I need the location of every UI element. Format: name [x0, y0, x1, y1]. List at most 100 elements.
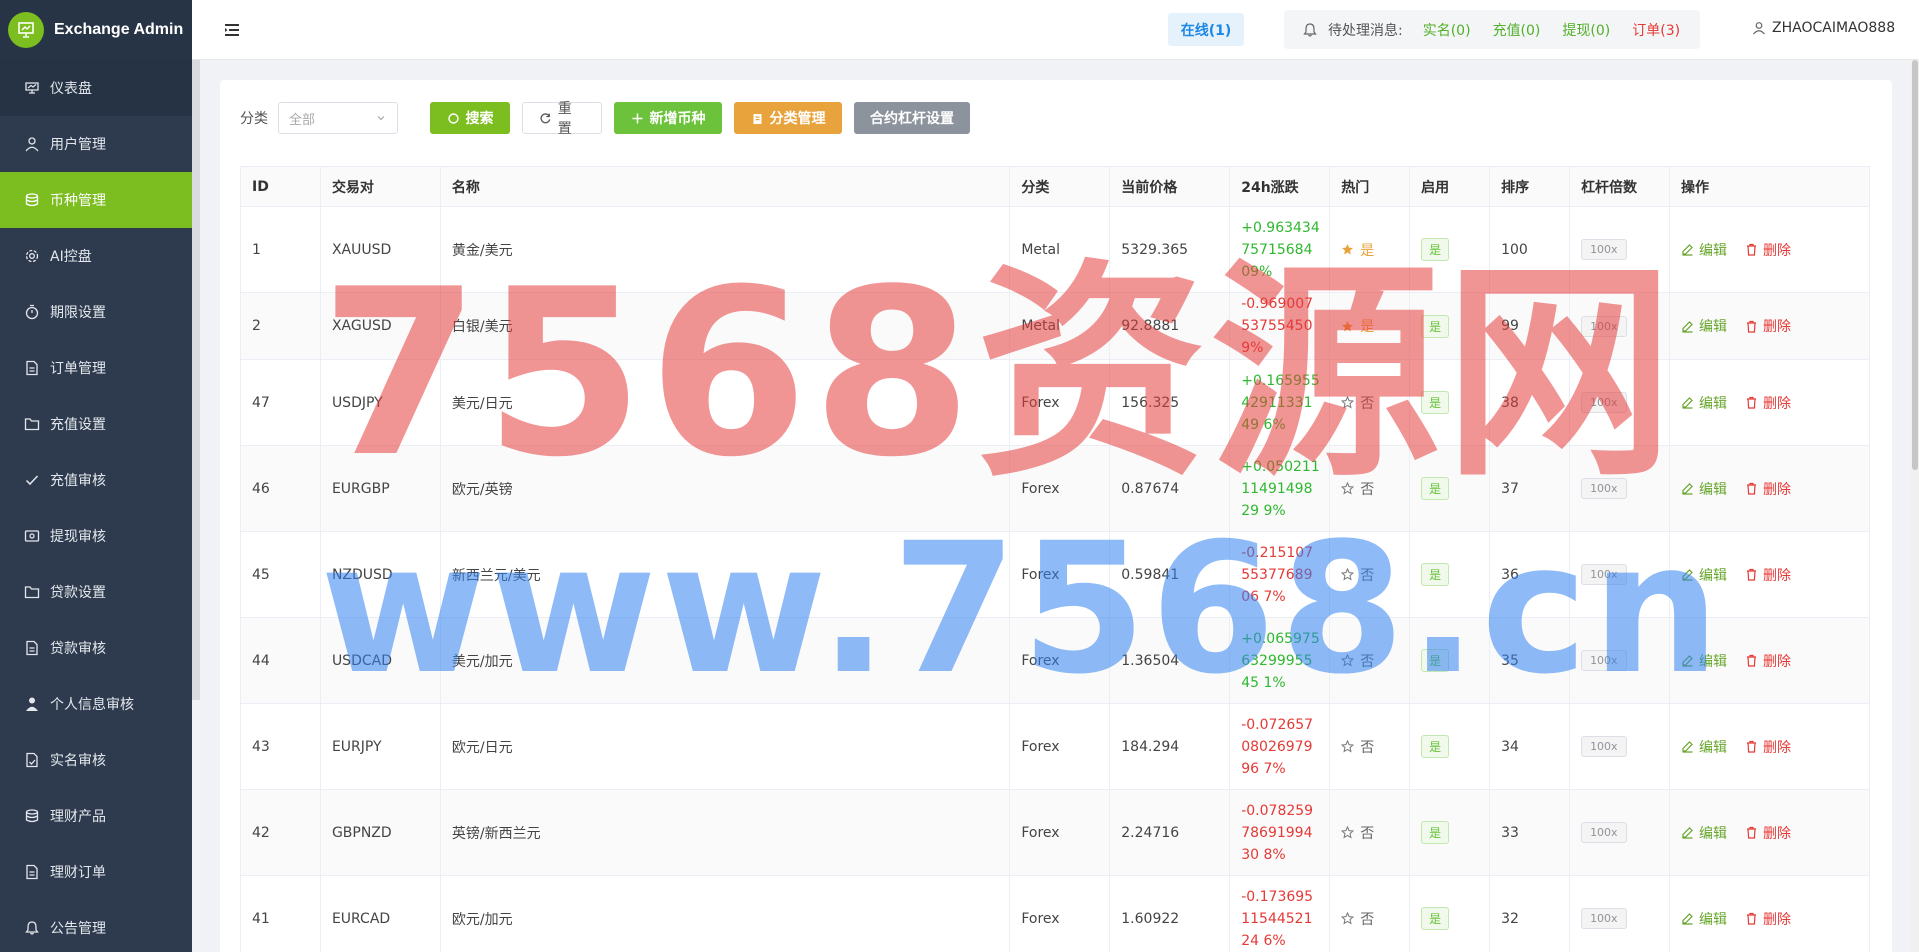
- online-badge[interactable]: 在线(1): [1168, 13, 1244, 46]
- edit-button[interactable]: 编辑: [1681, 909, 1727, 929]
- hot-toggle[interactable]: 否: [1341, 909, 1409, 929]
- page-scrollbar-thumb[interactable]: [1912, 60, 1918, 470]
- sidebar-item-2[interactable]: 币种管理: [0, 172, 192, 228]
- trash-icon: [1747, 912, 1757, 925]
- delete-label: 删除: [1763, 739, 1792, 756]
- delete-button[interactable]: 删除: [1745, 737, 1791, 757]
- sidebar-item-9[interactable]: 贷款设置: [0, 564, 192, 620]
- sidebar-item-label: 期限设置: [50, 305, 106, 321]
- enabled-tag[interactable]: 是: [1421, 391, 1450, 414]
- change-value: +0.1659554291133149 6%: [1241, 372, 1320, 433]
- sidebar-item-label: 公告管理: [50, 921, 106, 937]
- hot-toggle[interactable]: 否: [1341, 565, 1409, 585]
- cell-name: 黄金/美元: [439, 206, 1011, 293]
- leverage-settings-button[interactable]: 合约杠杆设置: [854, 102, 970, 134]
- edit-button[interactable]: 编辑: [1681, 565, 1727, 585]
- sidebar-item-8[interactable]: 提现审核: [0, 508, 192, 564]
- sidebar-item-4[interactable]: 期限设置: [0, 284, 192, 340]
- search-button[interactable]: 搜索: [430, 102, 510, 134]
- trash-icon: [1747, 826, 1757, 839]
- user-menu[interactable]: ZHAOCAIMAO888: [1752, 20, 1895, 36]
- category-label: 分类: [240, 111, 268, 127]
- change-value: -0.969007537554509%: [1241, 296, 1314, 356]
- sidebar-item-6[interactable]: 充值设置: [0, 396, 192, 452]
- enabled-tag[interactable]: 是: [1421, 477, 1450, 500]
- hot-label: 否: [1360, 911, 1375, 928]
- category-manage-button[interactable]: 分类管理: [734, 102, 842, 134]
- category-select[interactable]: 全部: [278, 102, 398, 134]
- sidebar-item-label: 贷款设置: [50, 585, 106, 601]
- sidebar-item-14[interactable]: 理财订单: [0, 844, 192, 900]
- edit-button[interactable]: 编辑: [1681, 651, 1727, 671]
- enabled-tag[interactable]: 是: [1421, 907, 1450, 930]
- sidebar-item-label: 实名审核: [50, 753, 106, 769]
- enabled-tag[interactable]: 是: [1421, 821, 1450, 844]
- change-value: -0.2151075537768906 7%: [1241, 544, 1314, 605]
- delete-button[interactable]: 删除: [1745, 240, 1791, 260]
- hot-toggle[interactable]: 否: [1341, 737, 1409, 757]
- sidebar-item-15[interactable]: 公告管理: [0, 900, 192, 952]
- delete-button[interactable]: 删除: [1745, 909, 1791, 929]
- cell-leverage: 100x: [1569, 617, 1671, 704]
- brand[interactable]: Exchange Admin: [0, 0, 192, 60]
- enabled-tag[interactable]: 是: [1421, 735, 1450, 758]
- sidebar-item-5[interactable]: 订单管理: [0, 340, 192, 396]
- hot-toggle[interactable]: 否: [1341, 479, 1409, 499]
- cell-enabled: 是: [1409, 789, 1491, 876]
- hot-toggle[interactable]: 否: [1341, 651, 1409, 671]
- sidebar-item-3[interactable]: AI控盘: [0, 228, 192, 284]
- enabled-tag[interactable]: 是: [1421, 563, 1450, 586]
- sidebar-item-label: AI控盘: [50, 249, 92, 265]
- page-scrollbar[interactable]: [1911, 60, 1919, 952]
- reset-button-label: 重置: [557, 101, 572, 137]
- hot-toggle[interactable]: 否: [1341, 393, 1409, 413]
- sidebar-item-7[interactable]: 充值审核: [0, 452, 192, 508]
- delete-label: 删除: [1763, 567, 1792, 584]
- enabled-tag[interactable]: 是: [1421, 649, 1450, 672]
- delete-button[interactable]: 删除: [1745, 393, 1791, 413]
- column-header: 杠杆倍数: [1569, 166, 1671, 207]
- edit-button[interactable]: 编辑: [1681, 240, 1727, 260]
- star-filled-icon: [1342, 320, 1354, 331]
- edit-button[interactable]: 编辑: [1681, 393, 1727, 413]
- reset-button[interactable]: 重置: [522, 101, 602, 137]
- sidebar-item-12[interactable]: 实名审核: [0, 732, 192, 788]
- hot-label: 否: [1360, 481, 1375, 498]
- cell-leverage: 100x: [1569, 875, 1671, 952]
- gear-icon: [25, 249, 39, 263]
- withdraw-count-link[interactable]: 提现(0): [1562, 20, 1610, 40]
- sidebar-item-13[interactable]: 理财产品: [0, 788, 192, 844]
- delete-button[interactable]: 删除: [1745, 823, 1791, 843]
- sidebar-item-11[interactable]: 个人信息审核: [0, 676, 192, 732]
- edit-button[interactable]: 编辑: [1681, 316, 1727, 336]
- hot-label: 否: [1360, 739, 1375, 756]
- edit-button[interactable]: 编辑: [1681, 479, 1727, 499]
- delete-button[interactable]: 删除: [1745, 651, 1791, 671]
- enabled-tag[interactable]: 是: [1421, 314, 1450, 338]
- orders-count-link[interactable]: 订单(3): [1632, 20, 1680, 40]
- delete-button[interactable]: 删除: [1745, 565, 1791, 585]
- hot-toggle[interactable]: 是: [1341, 240, 1409, 260]
- sidebar-item-1[interactable]: 用户管理: [0, 116, 192, 172]
- realname-count-link[interactable]: 实名(0): [1423, 20, 1471, 40]
- enabled-tag[interactable]: 是: [1421, 238, 1450, 261]
- sidebar-item-0[interactable]: 仪表盘: [0, 60, 192, 116]
- delete-button[interactable]: 删除: [1745, 316, 1791, 336]
- menu-toggle-icon[interactable]: [222, 20, 242, 40]
- recharge-count-link[interactable]: 充值(0): [1493, 20, 1541, 40]
- hot-toggle[interactable]: 是: [1341, 316, 1409, 336]
- column-header: 名称: [439, 166, 1011, 207]
- sidebar-scrollbar[interactable]: [192, 0, 200, 700]
- edit-button[interactable]: 编辑: [1681, 737, 1727, 757]
- table-body: 1 XAUUSD 黄金/美元 Metal 5329.365 +0.963434757156…: [240, 206, 1870, 952]
- edit-button[interactable]: 编辑: [1681, 823, 1727, 843]
- sidebar-item-10[interactable]: 贷款审核: [0, 620, 192, 676]
- category-manage-button-label: 分类管理: [769, 111, 826, 127]
- cell-pair: EURJPY: [319, 703, 441, 790]
- add-coin-button[interactable]: 新增币种: [614, 102, 722, 134]
- hot-toggle[interactable]: 否: [1341, 823, 1409, 843]
- table-row: 45 NZDUSD 新西兰元/美元 Forex 0.59841 -0.2151075537…: [240, 531, 1870, 618]
- sidebar-item-label: 充值审核: [50, 473, 106, 489]
- cell-leverage: 100x: [1569, 703, 1671, 790]
- delete-button[interactable]: 删除: [1745, 479, 1791, 499]
